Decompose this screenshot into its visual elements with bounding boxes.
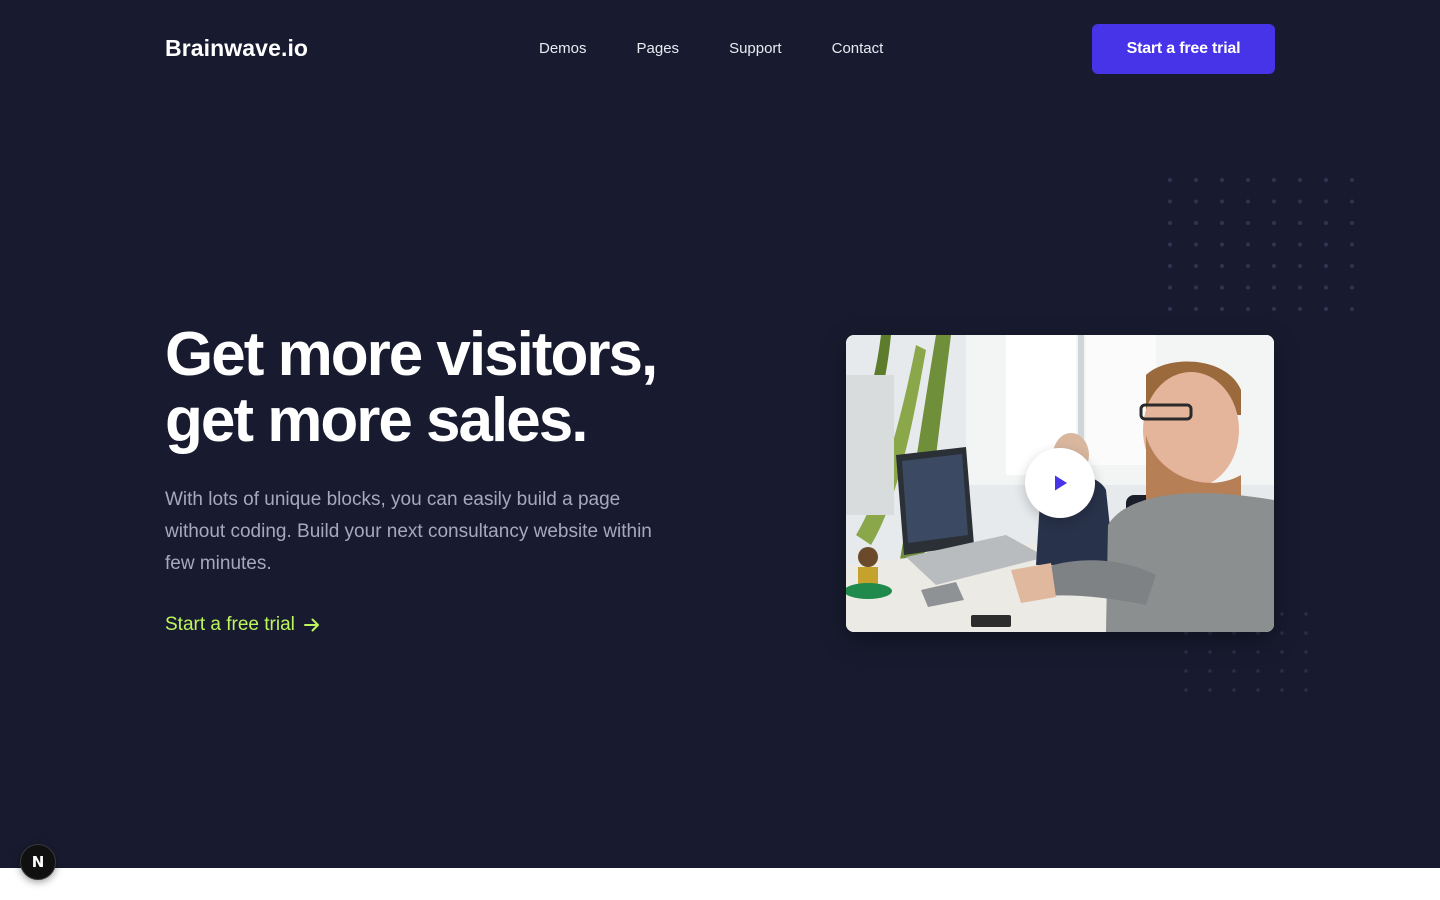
decorative-dot [1256, 688, 1260, 692]
decorative-dot [1220, 178, 1224, 182]
play-icon [1055, 475, 1067, 491]
decorative-dot [1272, 178, 1276, 182]
decorative-dot-grid [1168, 178, 1354, 311]
start-trial-link-label: Start a free trial [165, 614, 295, 635]
decorative-dot [1232, 688, 1236, 692]
decorative-dot [1324, 264, 1328, 268]
nav-support[interactable]: Support [729, 39, 782, 59]
decorative-dot [1324, 242, 1328, 247]
decorative-dot [1168, 285, 1172, 290]
headline-line-1: Get more visitors, [165, 320, 658, 389]
decorative-dot [1208, 669, 1212, 673]
decorative-dot [1184, 650, 1188, 654]
main-nav: Demos Pages Support Contact [539, 39, 883, 59]
decorative-dot [1220, 199, 1224, 204]
decorative-dot [1220, 242, 1224, 247]
start-trial-button[interactable]: Start a free trial [1092, 24, 1275, 74]
decorative-dot [1168, 307, 1172, 311]
decorative-dot [1298, 285, 1302, 290]
decorative-dot [1350, 199, 1354, 204]
decorative-dot [1272, 199, 1276, 204]
decorative-dot [1304, 688, 1308, 692]
decorative-dot [1246, 307, 1250, 311]
decorative-dot [1350, 264, 1354, 268]
decorative-dot [1220, 307, 1224, 311]
decorative-dot [1304, 612, 1308, 616]
decorative-dot [1246, 242, 1250, 247]
decorative-dot [1168, 199, 1172, 204]
decorative-dot [1184, 688, 1188, 692]
decorative-dot [1272, 307, 1276, 311]
nav-pages[interactable]: Pages [637, 39, 680, 59]
decorative-dot [1168, 178, 1172, 182]
decorative-dot [1280, 612, 1284, 616]
decorative-dot [1298, 264, 1302, 268]
decorative-dot [1232, 669, 1236, 673]
decorative-dot [1324, 307, 1328, 311]
decorative-dot [1246, 199, 1250, 204]
decorative-dot [1220, 285, 1224, 290]
decorative-dot [1272, 221, 1276, 225]
decorative-dot [1194, 178, 1198, 182]
decorative-dot [1280, 669, 1284, 673]
decorative-dot [1168, 242, 1172, 247]
headline-line-2: get more sales. [165, 386, 588, 455]
decorative-dot [1304, 631, 1308, 635]
decorative-dot [1246, 264, 1250, 268]
hero-headline: Get more visitors, get more sales. [165, 322, 785, 454]
hero-section: Brainwave.io Demos Pages Support Contact… [0, 0, 1440, 868]
decorative-dot [1350, 285, 1354, 290]
brand-logo[interactable]: Brainwave.io [165, 35, 308, 62]
decorative-dot [1298, 178, 1302, 182]
decorative-dot [1324, 285, 1328, 290]
start-trial-link[interactable]: Start a free trial [165, 614, 321, 636]
decorative-dot [1246, 285, 1250, 290]
decorative-dot [1350, 221, 1354, 225]
decorative-dot [1232, 650, 1236, 654]
decorative-dot [1194, 285, 1198, 290]
decorative-dot [1184, 669, 1188, 673]
decorative-dot [1298, 221, 1302, 225]
decorative-dot [1208, 650, 1212, 654]
decorative-dot [1298, 242, 1302, 247]
decorative-dot [1208, 688, 1212, 692]
decorative-dot [1298, 199, 1302, 204]
decorative-dot [1272, 285, 1276, 290]
arrow-right-icon [303, 618, 319, 632]
decorative-dot [1304, 669, 1308, 673]
decorative-dot [1194, 199, 1198, 204]
nav-contact[interactable]: Contact [832, 39, 884, 59]
decorative-dot [1194, 264, 1198, 268]
decorative-dot [1280, 650, 1284, 654]
decorative-dot [1324, 199, 1328, 204]
decorative-dot [1194, 242, 1198, 247]
decorative-dot [1168, 221, 1172, 225]
decorative-dot [1168, 264, 1172, 268]
nav-demos[interactable]: Demos [539, 39, 587, 59]
decorative-dot [1246, 221, 1250, 225]
decorative-dot [1220, 221, 1224, 225]
decorative-dot [1324, 221, 1328, 225]
hero-video-thumbnail[interactable] [846, 335, 1274, 632]
decorative-dot [1280, 631, 1284, 635]
decorative-dot [1350, 178, 1354, 182]
hero-description: With lots of unique blocks, you can easi… [165, 489, 652, 574]
decorative-dot [1298, 307, 1302, 311]
decorative-dot [1280, 688, 1284, 692]
decorative-dot [1272, 242, 1276, 247]
play-video-button[interactable] [1025, 448, 1095, 518]
devtools-indicator-button[interactable]: N [20, 844, 56, 880]
decorative-dot [1272, 264, 1276, 268]
decorative-dot [1256, 650, 1260, 654]
decorative-dot [1324, 178, 1328, 182]
decorative-dot [1194, 307, 1198, 311]
decorative-dot [1246, 178, 1250, 182]
decorative-dot [1220, 264, 1224, 268]
decorative-dot [1194, 221, 1198, 225]
decorative-dot [1256, 669, 1260, 673]
decorative-dot [1350, 307, 1354, 311]
decorative-dot [1304, 650, 1308, 654]
decorative-dot [1350, 242, 1354, 247]
